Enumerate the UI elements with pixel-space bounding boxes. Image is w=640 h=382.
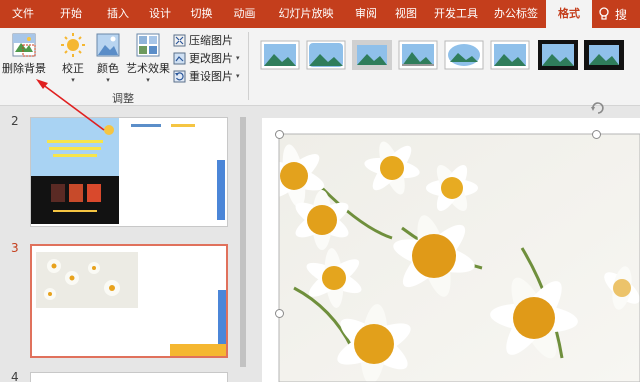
- tab-format[interactable]: 格式: [546, 0, 592, 28]
- tab-home[interactable]: 开始: [46, 0, 96, 28]
- tab-slideshow[interactable]: 幻灯片放映: [266, 0, 346, 28]
- change-picture-label: 更改图片: [189, 52, 233, 65]
- resize-handle[interactable]: [592, 130, 601, 139]
- slide-thumbnail-4[interactable]: [30, 372, 228, 382]
- reset-picture-icon: [173, 70, 186, 82]
- ribbon-format-panel: 删除背景 校正 ▾ 颜色 ▾ 艺术效果 ▾ 压缩图片 更改图片 ▾ 重设图片 ▾…: [0, 28, 640, 106]
- tell-me-label: 搜: [615, 7, 628, 22]
- color-dropdown-icon: ▾: [106, 76, 110, 84]
- remove-background-icon: [12, 33, 36, 57]
- thumbnail-scrollbar[interactable]: [238, 107, 248, 382]
- slide-3-preview: [32, 246, 226, 356]
- compress-icon: [173, 34, 186, 46]
- remove-background-button[interactable]: 删除背景: [2, 32, 46, 76]
- artistic-effects-dropdown-icon: ▾: [146, 76, 150, 84]
- picture-style-option[interactable]: [398, 40, 438, 70]
- picture-style-option[interactable]: [260, 40, 300, 70]
- corrections-button[interactable]: 校正 ▾: [56, 32, 90, 84]
- slide-thumbnail-2[interactable]: [30, 117, 228, 227]
- artistic-effects-button[interactable]: 艺术效果 ▾: [126, 32, 170, 84]
- slide-thumbnail-3[interactable]: [30, 244, 228, 358]
- corrections-label: 校正: [62, 62, 84, 75]
- picture-style-option[interactable]: [538, 40, 578, 70]
- rotate-handle-icon[interactable]: [588, 98, 608, 118]
- slide-number-selected: 3: [11, 241, 19, 255]
- slide-number: 4: [11, 370, 19, 382]
- reset-picture-dropdown-icon: ▾: [236, 72, 240, 80]
- compress-pictures-button[interactable]: 压缩图片: [173, 32, 233, 48]
- resize-handle[interactable]: [275, 130, 284, 139]
- remove-background-label: 删除背景: [2, 62, 46, 75]
- tab-view[interactable]: 视图: [386, 0, 426, 28]
- reset-picture-button[interactable]: 重设图片 ▾: [173, 68, 240, 84]
- picture-style-option[interactable]: [490, 40, 530, 70]
- color-label: 颜色: [97, 62, 119, 75]
- tab-insert[interactable]: 插入: [96, 0, 140, 28]
- compress-pictures-label: 压缩图片: [189, 34, 233, 47]
- tab-developer[interactable]: 开发工具: [426, 0, 486, 28]
- sun-icon: [61, 33, 85, 57]
- change-picture-button[interactable]: 更改图片 ▾: [173, 50, 240, 66]
- picture-style-option[interactable]: [444, 40, 484, 70]
- tab-design[interactable]: 设计: [140, 0, 180, 28]
- slide-2-preview: [31, 118, 227, 226]
- change-picture-icon: [173, 52, 186, 64]
- tab-review[interactable]: 审阅: [346, 0, 386, 28]
- picture-style-option[interactable]: [584, 40, 624, 70]
- tab-file[interactable]: 文件: [0, 0, 46, 28]
- daisy-photo[interactable]: [262, 118, 640, 382]
- tell-me-box[interactable]: 搜: [592, 0, 627, 28]
- picture-color-icon: [96, 33, 120, 57]
- tab-animations[interactable]: 动画: [223, 0, 266, 28]
- ribbon-tab-bar: 文件 开始 插入 设计 切换 动画 幻灯片放映 审阅 视图 开发工具 办公标签 …: [0, 0, 640, 28]
- change-picture-dropdown-icon: ▾: [236, 54, 240, 62]
- scrollbar-thumb[interactable]: [240, 117, 246, 367]
- resize-handle[interactable]: [275, 309, 284, 318]
- color-button[interactable]: 颜色 ▾: [94, 32, 122, 84]
- powerpoint-window: 文件 开始 插入 设计 切换 动画 幻灯片放映 审阅 视图 开发工具 办公标签 …: [0, 0, 640, 382]
- reset-picture-label: 重设图片: [189, 70, 233, 83]
- adjust-group-label: 调整: [112, 92, 134, 105]
- artistic-effects-icon: [136, 33, 160, 57]
- corrections-dropdown-icon: ▾: [71, 76, 75, 84]
- tab-transitions[interactable]: 切换: [180, 0, 223, 28]
- slide-number: 2: [11, 114, 19, 128]
- picture-styles-gallery: [254, 34, 640, 80]
- picture-style-option[interactable]: [306, 40, 346, 70]
- lightbulb-icon: [599, 7, 609, 20]
- picture-style-option[interactable]: [352, 40, 392, 70]
- artistic-effects-label: 艺术效果: [126, 62, 170, 75]
- tab-office-tabs[interactable]: 办公标签: [486, 0, 546, 28]
- group-separator: [248, 32, 249, 100]
- current-slide: [262, 118, 640, 382]
